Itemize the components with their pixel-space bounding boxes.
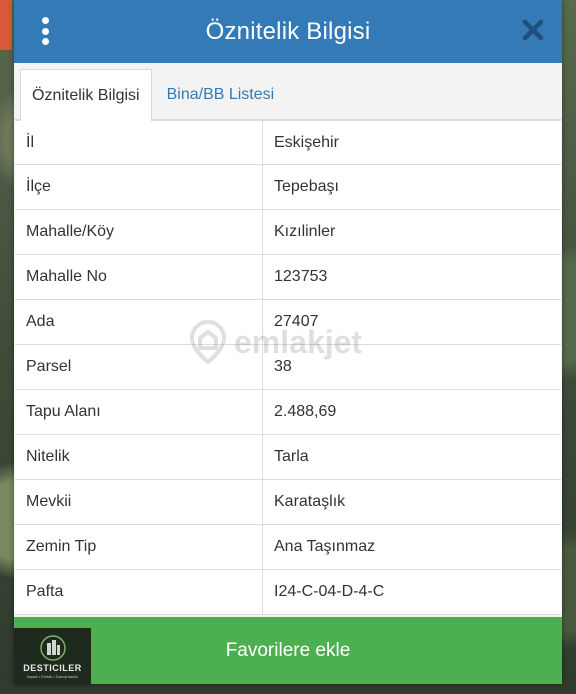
table-row: Ada 27407 (15, 300, 561, 345)
tab-building-list[interactable]: Bina/BB Listesi (152, 69, 286, 120)
attribute-value: Ana Taşınmaz (274, 538, 376, 555)
panel-title: Öznitelik Bilgisi (205, 17, 371, 45)
logo-tagline: İnşaat • Emlak • Danışmanlık (26, 673, 79, 679)
attribute-key: Pafta (15, 570, 263, 614)
attribute-value: 2.488,69 (274, 403, 337, 420)
attribute-value: Kızılinler (274, 223, 336, 240)
attribute-key: Mahalle/Köy (15, 210, 263, 254)
attribute-key: Zemin Tip (15, 525, 263, 569)
attribute-key: İlçe (15, 165, 263, 209)
attribute-key: Parsel (15, 345, 263, 389)
attribute-value: I24-C-04-D-4-C (274, 583, 385, 600)
attribute-value: Tepebaşı (274, 178, 339, 195)
table-row: Zemin Tip Ana Taşınmaz (15, 525, 561, 570)
attribute-value: Karataşlık (274, 493, 346, 510)
tab-bar: Öznitelik Bilgisi Bina/BB Listesi (14, 63, 562, 121)
attribute-value: Eskişehir (274, 133, 339, 151)
attribute-key: Nitelik (15, 435, 263, 479)
table-row: İlçe Tepebaşı (15, 165, 561, 210)
table-row: Mahalle No 123753 (15, 255, 561, 300)
attribute-value: 27407 (274, 313, 319, 330)
attribute-info-panel: Öznitelik Bilgisi Öznitelik Bilgisi Bina… (14, 0, 562, 684)
table-row: İl Eskişehir (15, 120, 561, 165)
attribute-key: Mevkii (15, 480, 263, 524)
attribute-key: Mahalle No (15, 255, 263, 299)
table-row: Pafta I24-C-04-D-4-C (15, 570, 561, 615)
table-row: Mahalle/Köy Kızılinler (15, 210, 561, 255)
attribute-key: Tapu Alanı (15, 390, 263, 434)
table-row: Tapu Alanı 2.488,69 (15, 390, 561, 435)
table-row: Parsel 38 (15, 345, 561, 390)
add-to-favorites-button[interactable]: Favorilere ekle (14, 617, 562, 684)
attribute-value: 123753 (274, 268, 328, 285)
tab-attribute-info[interactable]: Öznitelik Bilgisi (20, 69, 152, 121)
attribute-key: İl (15, 121, 263, 164)
logo-name: DESTICILER (23, 662, 82, 673)
attribute-key: Ada (15, 300, 263, 344)
panel-header: Öznitelik Bilgisi (14, 0, 562, 63)
attribute-value: 38 (274, 358, 292, 375)
attribute-table: İl Eskişehir İlçe Tepebaşı Mahalle/Köy K… (15, 120, 561, 615)
company-logo: DESTICILER İnşaat • Emlak • Danışmanlık (14, 628, 91, 685)
menu-dots-icon[interactable] (38, 17, 52, 45)
table-row: Nitelik Tarla (15, 435, 561, 480)
attribute-value: Tarla (274, 448, 309, 465)
table-row: Mevkii Karataşlık (15, 480, 561, 525)
close-icon[interactable] (522, 19, 544, 41)
building-logo-icon (39, 634, 66, 661)
